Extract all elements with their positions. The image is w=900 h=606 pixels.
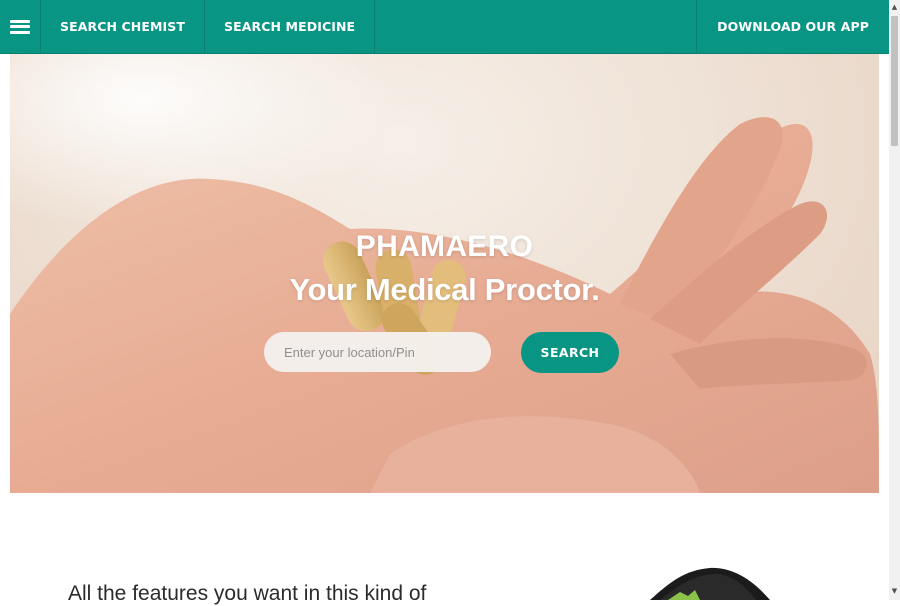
scrollbar-thumb[interactable]: [891, 16, 898, 146]
top-navbar: SEARCH CHEMIST SEARCH MEDICINE DOWNLOAD …: [0, 0, 889, 54]
nav-download-app[interactable]: DOWNLOAD OUR APP: [696, 0, 889, 53]
features-heading: All the features you want in this kind o…: [68, 582, 427, 605]
hamburger-menu-icon: [10, 19, 30, 34]
scroll-up-arrow-icon[interactable]: ▲: [890, 2, 899, 13]
nav-search-medicine[interactable]: SEARCH MEDICINE: [205, 0, 376, 53]
brand-title: PHAMAERO: [355, 230, 534, 263]
brand-tagline: Your Medical Proctor.: [289, 272, 600, 307]
scroll-down-arrow-icon[interactable]: ▼: [890, 586, 899, 597]
phone-app-image: [650, 567, 770, 600]
hero-banner: PHAMAERO Your Medical Proctor. SEARCH: [10, 54, 879, 493]
location-search-input[interactable]: [264, 332, 491, 372]
navbar-spacer: [375, 0, 696, 53]
menu-button[interactable]: [0, 0, 41, 53]
page-scrollbar[interactable]: ▲ ▼: [889, 0, 900, 600]
nav-search-chemist[interactable]: SEARCH CHEMIST: [41, 0, 206, 53]
search-button[interactable]: SEARCH: [521, 332, 619, 373]
